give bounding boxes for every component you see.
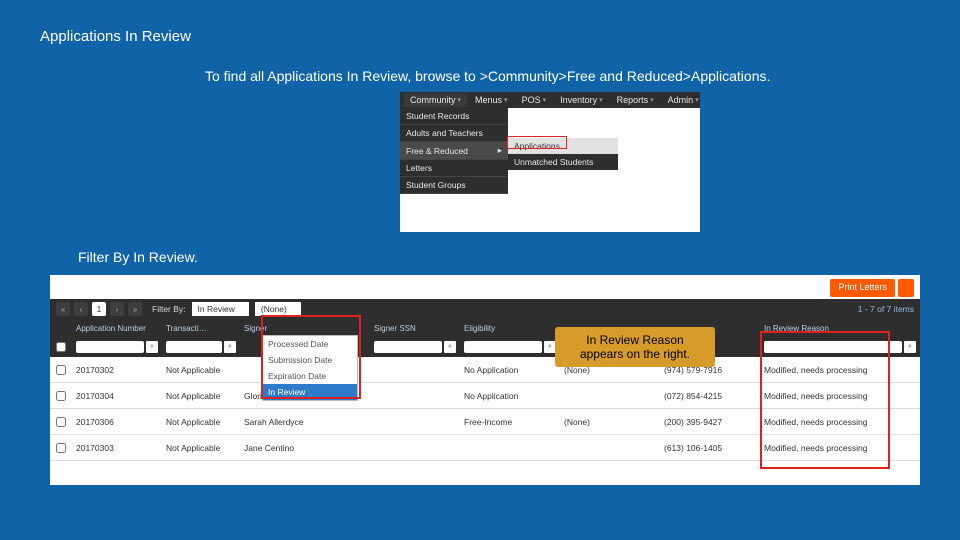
menu-menus[interactable]: Menus▾ bbox=[469, 93, 514, 107]
grid-toolbar: « ‹ 1 › » Filter By: In Review (None) 1 … bbox=[50, 299, 920, 319]
page-title: Applications In Review bbox=[40, 28, 191, 45]
cell-phone: (613) 106-1405 bbox=[660, 443, 760, 453]
menu-pos[interactable]: POS▾ bbox=[516, 93, 553, 107]
print-letters-button[interactable]: Print Letters bbox=[830, 279, 895, 297]
filter-select-1[interactable]: In Review bbox=[192, 302, 249, 316]
submenu-item[interactable]: Adults and Teachers bbox=[400, 125, 508, 142]
applications-grid-screenshot: Print Letters « ‹ 1 › » Filter By: In Re… bbox=[50, 275, 920, 485]
col-eligibility[interactable]: Eligibility bbox=[460, 324, 560, 333]
page-last-button[interactable]: » bbox=[128, 302, 142, 316]
col-transaction[interactable]: Transacti… bbox=[162, 324, 240, 333]
filter-icon[interactable]: ⌕ bbox=[444, 341, 456, 353]
row-checkbox[interactable] bbox=[56, 417, 66, 427]
callout-in-review-reason: In Review Reason appears on the right. bbox=[555, 327, 715, 367]
filter-icon[interactable]: ⌕ bbox=[146, 341, 158, 353]
filter-input[interactable] bbox=[76, 341, 144, 353]
menu-admin[interactable]: Admin▾ bbox=[662, 93, 700, 107]
page-first-button[interactable]: « bbox=[56, 302, 70, 316]
cell-foster: (None) bbox=[560, 417, 660, 427]
row-checkbox[interactable] bbox=[56, 443, 66, 453]
menu-reports[interactable]: Reports▾ bbox=[611, 93, 660, 107]
cell-app-number: 20170304 bbox=[72, 391, 162, 401]
highlight-box bbox=[507, 136, 567, 149]
filter-icon[interactable]: ⌕ bbox=[224, 341, 236, 353]
filter-input[interactable] bbox=[464, 341, 542, 353]
page-current[interactable]: 1 bbox=[92, 302, 106, 316]
cell-transaction: Not Applicable bbox=[162, 365, 240, 375]
row-checkbox[interactable] bbox=[56, 391, 66, 401]
filter-by-label: Filter By: bbox=[152, 304, 186, 314]
submenu-community: Student Records Adults and Teachers Free… bbox=[400, 108, 508, 194]
cell-transaction: Not Applicable bbox=[162, 417, 240, 427]
col-ssn[interactable]: Signer SSN bbox=[370, 324, 460, 333]
chevron-down-icon: ▾ bbox=[599, 96, 603, 104]
chevron-down-icon: ▾ bbox=[504, 96, 508, 104]
instruction-filter: Filter By In Review. bbox=[78, 249, 198, 265]
items-count: 1 - 7 of 7 items bbox=[858, 304, 914, 314]
menu-community[interactable]: Community▾ bbox=[404, 93, 467, 107]
select-all-checkbox[interactable] bbox=[56, 342, 66, 352]
submenu-item[interactable]: Letters bbox=[400, 160, 508, 177]
col-app-number[interactable]: Application Number bbox=[72, 324, 162, 333]
highlight-box bbox=[760, 331, 890, 469]
top-menu-bar: Community▾ Menus▾ POS▾ Inventory▾ Report… bbox=[400, 92, 700, 108]
nav-menu-screenshot: Community▾ Menus▾ POS▾ Inventory▾ Report… bbox=[400, 92, 700, 232]
cell-transaction: Not Applicable bbox=[162, 391, 240, 401]
submenu-item[interactable]: Student Records bbox=[400, 108, 508, 125]
cell-app-number: 20170306 bbox=[72, 417, 162, 427]
filter-select-2[interactable]: (None) bbox=[255, 302, 301, 316]
cell-app-number: 20170303 bbox=[72, 443, 162, 453]
cell-eligibility: Free-Income bbox=[460, 417, 560, 427]
cell-app-number: 20170302 bbox=[72, 365, 162, 375]
submenu-item[interactable]: Student Groups bbox=[400, 177, 508, 194]
cell-phone: (200) 395-9427 bbox=[660, 417, 760, 427]
flyout-item-unmatched[interactable]: Unmatched Students bbox=[508, 154, 618, 170]
chevron-down-icon: ▾ bbox=[458, 96, 462, 104]
menu-inventory[interactable]: Inventory▾ bbox=[554, 93, 609, 107]
instruction-browse: To find all Applications In Review, brow… bbox=[205, 68, 770, 84]
cell-eligibility: No Application bbox=[460, 365, 560, 375]
highlight-box bbox=[261, 315, 361, 399]
print-dropdown-button[interactable] bbox=[898, 279, 914, 297]
filter-input[interactable] bbox=[166, 341, 222, 353]
cell-eligibility: No Application bbox=[460, 391, 560, 401]
filter-input[interactable] bbox=[374, 341, 442, 353]
chevron-down-icon: ▾ bbox=[695, 96, 699, 104]
page-next-button[interactable]: › bbox=[110, 302, 124, 316]
filter-icon[interactable]: ⌕ bbox=[904, 341, 916, 353]
chevron-down-icon: ▾ bbox=[543, 96, 547, 104]
cell-signer: Jane Centino bbox=[240, 443, 370, 453]
submenu-item-free-reduced[interactable]: Free & Reduced▸ bbox=[400, 142, 508, 160]
cell-phone: (072) 854-4215 bbox=[660, 391, 760, 401]
row-checkbox[interactable] bbox=[56, 365, 66, 375]
chevron-down-icon: ▾ bbox=[650, 96, 654, 104]
cell-signer: Sarah Allerdyce bbox=[240, 417, 370, 427]
cell-transaction: Not Applicable bbox=[162, 443, 240, 453]
chevron-right-icon: ▸ bbox=[498, 145, 502, 156]
page-prev-button[interactable]: ‹ bbox=[74, 302, 88, 316]
